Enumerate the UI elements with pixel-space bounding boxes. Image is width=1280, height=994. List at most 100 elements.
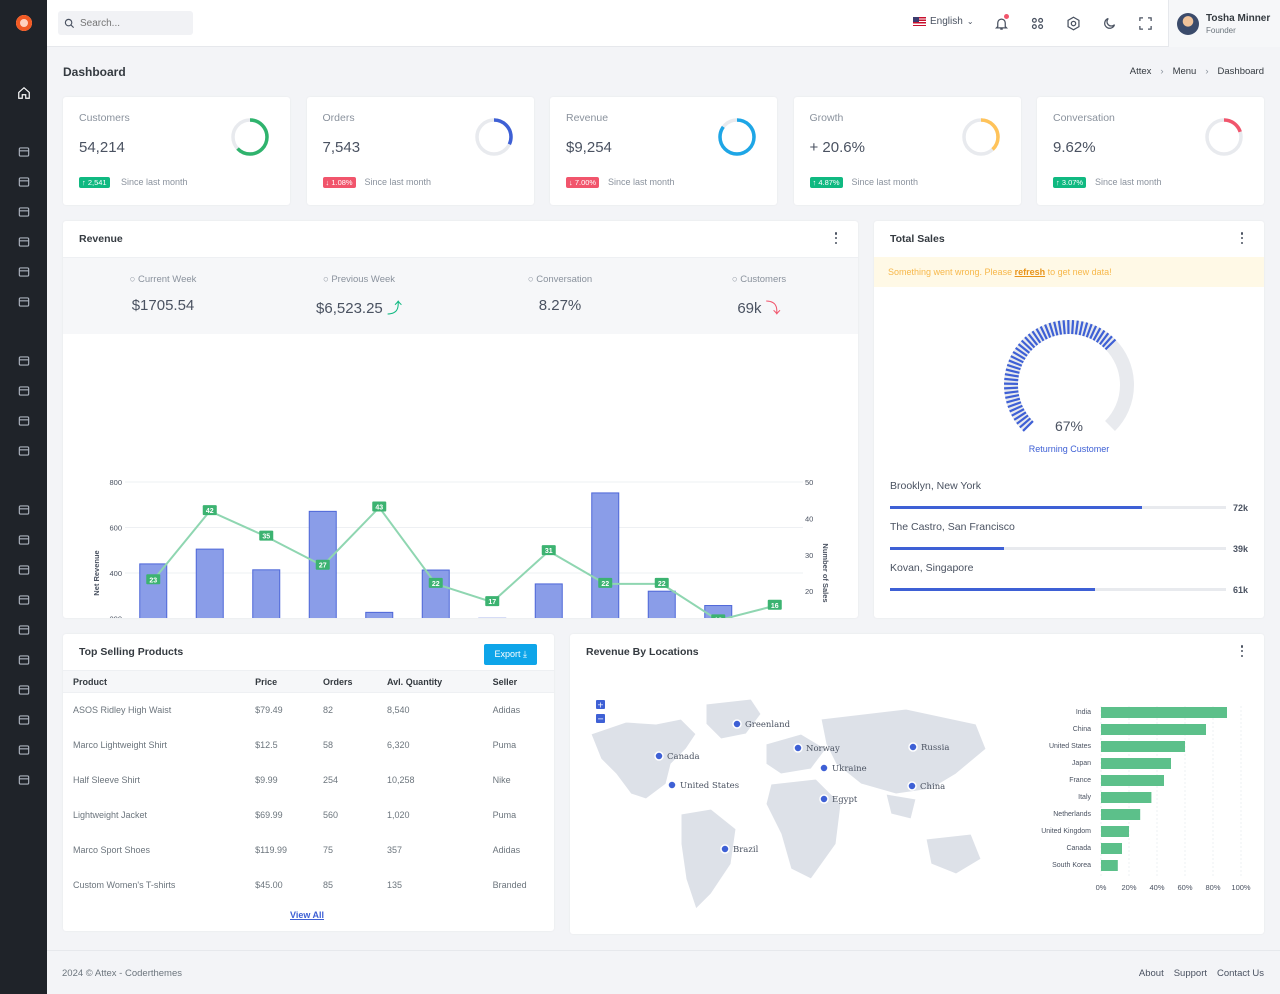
search-box[interactable] (58, 11, 193, 35)
location-progress-fill (890, 588, 1095, 591)
table-row[interactable]: Marco Lightweight Shirt $12.5 58 6,320 Puma (63, 728, 554, 763)
map-marker[interactable] (907, 781, 917, 791)
table-row[interactable]: Custom Women's T-shirts $45.00 85 135 Brande… (63, 868, 554, 903)
table-cell: $79.49 (255, 705, 283, 716)
revenue-stat-label: ○ Customers (679, 274, 839, 285)
sidebar-item-folder[interactable] (15, 293, 32, 310)
products-title: Top Selling Products (79, 646, 184, 658)
more-options-icon[interactable] (834, 232, 838, 244)
topbar: English ⌄ Tosha Minner Founder (47, 0, 1280, 47)
map-marker[interactable] (720, 844, 730, 854)
calendar-icon (18, 146, 29, 157)
copyright: 2024 © Attex - Coderthemes (62, 968, 183, 979)
category-label: Netherlands (1053, 811, 1091, 818)
table-row[interactable]: Half Sleeve Shirt $9.99 254 10,258 Nike (63, 763, 554, 798)
mail-icon (18, 206, 29, 217)
revenue-bar (647, 590, 676, 618)
breadcrumb-item[interactable]: Attex (1130, 66, 1152, 77)
revenue-stat-label-text: Current Week (137, 274, 197, 285)
map-marker[interactable] (819, 763, 829, 773)
sidebar-item-chat[interactable] (15, 173, 32, 190)
table-row[interactable]: Lightweight Jacket $69.99 560 1,020 Puma (63, 798, 554, 833)
y2-axis-label: Number of Sales (821, 543, 830, 602)
sidebar-item-share[interactable] (15, 741, 32, 758)
revenue-bar (534, 583, 563, 618)
sidebar-item-chart[interactable] (15, 651, 32, 668)
x-tick-label: 0% (1096, 883, 1107, 892)
fullscreen-button[interactable] (1136, 14, 1154, 32)
map-marker[interactable] (732, 719, 742, 729)
map-marker[interactable] (908, 742, 918, 752)
location-value: 61k (1232, 585, 1248, 595)
map-landmass (765, 733, 827, 775)
theme-toggle[interactable] (1100, 14, 1118, 32)
more-options-icon[interactable] (1240, 232, 1244, 244)
user-role: Founder (1206, 25, 1236, 35)
breadcrumb-item[interactable]: Menu (1173, 66, 1197, 77)
sidebar-item-home[interactable] (15, 84, 32, 101)
map-marker[interactable] (654, 751, 664, 761)
table-icon (18, 624, 29, 635)
sidebar-item-layers[interactable] (15, 531, 32, 548)
notification-button[interactable] (992, 14, 1010, 32)
chat-icon (18, 176, 29, 187)
settings-button[interactable] (1064, 14, 1082, 32)
revenue-stat: ○ Current Week $1705.54 (83, 274, 243, 314)
breadcrumb: Attex › Menu › Dashboard (1130, 66, 1264, 77)
map-marker[interactable] (793, 743, 803, 753)
stat-progress-ring (474, 118, 513, 156)
sidebar-item-layout[interactable] (15, 352, 32, 369)
table-row[interactable]: ASOS Ridley High Waist $79.49 82 8,540 Adida… (63, 693, 554, 728)
search-input[interactable] (80, 17, 180, 29)
footer-link-support[interactable]: Support (1174, 968, 1207, 979)
more-options-icon[interactable] (1240, 645, 1244, 657)
location-progress (890, 588, 1226, 591)
sales-data-label-text: 17 (488, 599, 496, 606)
language-selector[interactable]: English ⌄ (913, 16, 974, 27)
avatar (1177, 12, 1199, 35)
table-cell: $45.00 (255, 880, 283, 890)
us-flag-icon (913, 17, 926, 26)
sidebar-item-calendar[interactable] (15, 143, 32, 160)
map-marker[interactable] (667, 780, 677, 790)
sidebar-item-alert[interactable] (15, 412, 32, 429)
map-marker-label: Norway (806, 744, 840, 754)
sidebar-item-mail[interactable] (15, 203, 32, 220)
refresh-link[interactable]: refresh (1015, 267, 1046, 277)
revenue-stat-value-text: $6,523.25 (316, 300, 383, 317)
table-row[interactable]: Marco Sport Shoes $119.99 75 357 Adidas (63, 833, 554, 868)
sidebar-item-clipboard[interactable] (15, 591, 32, 608)
alert-icon (18, 415, 29, 426)
apps-button[interactable] (1028, 14, 1046, 32)
category-label: Canada (1066, 845, 1091, 852)
sidebar-item-flag[interactable] (15, 771, 32, 788)
sales-data-label-text: 35 (262, 534, 270, 541)
page-icon (18, 445, 29, 456)
sidebar-item-briefcase[interactable] (15, 501, 32, 518)
location-value: 39k (1232, 544, 1248, 554)
table-cell: 58 (323, 740, 334, 750)
sidebar-item-shield[interactable] (15, 382, 32, 399)
user-menu[interactable]: Tosha Minner Founder (1168, 0, 1280, 47)
table-cell: Nike (492, 775, 511, 785)
sidebar-item-task[interactable] (15, 233, 32, 250)
top-products-card: Top Selling Products Export ⤓ Product Pri… (63, 634, 554, 931)
revenue-stat-label-text: Customers (740, 274, 787, 285)
briefcase-icon (18, 504, 29, 515)
sidebar-item-heart[interactable] (15, 561, 32, 578)
sidebar-item-pie[interactable] (15, 681, 32, 698)
sidebar-item-table[interactable] (15, 621, 32, 638)
sidebar-item-map[interactable] (15, 711, 32, 728)
world-map: Greenland Canada United States Norway Russia… (590, 698, 987, 910)
footer-link-contact[interactable]: Contact Us (1217, 968, 1264, 979)
map-landmass (765, 778, 842, 880)
sidebar-item-page[interactable] (15, 442, 32, 459)
map-landmass (885, 793, 917, 820)
category-label: South Korea (1052, 862, 1091, 869)
view-all-link[interactable]: View All (290, 910, 324, 920)
app-logo[interactable] (16, 15, 32, 31)
footer-link-about[interactable]: About (1139, 968, 1164, 979)
export-button[interactable]: Export ⤓ (484, 644, 537, 665)
map-marker[interactable] (819, 794, 829, 804)
sidebar-item-list[interactable] (15, 263, 32, 280)
